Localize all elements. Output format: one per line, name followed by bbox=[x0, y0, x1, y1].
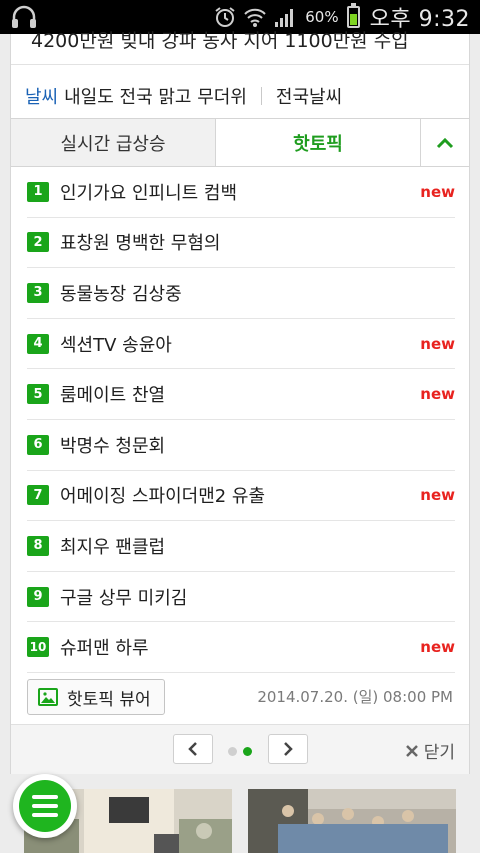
rank-badge: 8 bbox=[27, 535, 49, 556]
tab-realtime[interactable]: 실시간 급상승 bbox=[11, 119, 216, 166]
news-headline[interactable]: 4200만원 빚내 강파 농사 지어 1100만원 수입 bbox=[31, 26, 461, 56]
new-badge: new bbox=[420, 486, 455, 505]
topic-keyword[interactable]: 섹션TV 송윤아 bbox=[60, 331, 172, 357]
chevron-up-icon bbox=[436, 137, 454, 148]
list-item[interactable]: 7 어메이징 스파이더맨2 유출 new bbox=[27, 471, 455, 522]
pager-bar: 닫기 bbox=[11, 724, 469, 774]
list-item[interactable]: 10 슈퍼맨 하루 new bbox=[27, 622, 455, 673]
page-dot[interactable] bbox=[228, 747, 237, 756]
list-item[interactable]: 3 동물농장 김상중 bbox=[27, 268, 455, 319]
collapse-button[interactable] bbox=[420, 119, 469, 166]
new-badge: new bbox=[420, 182, 455, 201]
topic-keyword[interactable]: 표창원 명백한 무혐의 bbox=[60, 229, 220, 255]
close-button[interactable]: 닫기 bbox=[405, 738, 455, 763]
news-thumbnail[interactable] bbox=[248, 789, 456, 853]
rank-badge: 9 bbox=[27, 586, 49, 607]
topic-keyword[interactable]: 박명수 청문회 bbox=[60, 432, 165, 458]
weather-link[interactable]: 전국날씨 bbox=[276, 83, 342, 109]
page-dot-active[interactable] bbox=[243, 747, 252, 756]
new-badge: new bbox=[420, 638, 455, 657]
list-item[interactable]: 8 최지우 팬클럽 bbox=[27, 521, 455, 572]
rank-badge: 6 bbox=[27, 434, 49, 455]
list-item[interactable]: 2 표창원 명백한 무혐의 bbox=[27, 218, 455, 269]
rank-badge: 2 bbox=[27, 232, 49, 253]
viewer-button-label: 핫토픽 뷰어 bbox=[67, 689, 151, 710]
topic-keyword[interactable]: 룸메이트 찬열 bbox=[60, 381, 165, 407]
list-item[interactable]: 5 룸메이트 찬열 new bbox=[27, 369, 455, 420]
hottopic-panel: 4200만원 빚내 강파 농사 지어 1100만원 수입 날씨 내일도 전국 맑… bbox=[10, 30, 470, 774]
rank-badge: 3 bbox=[27, 282, 49, 303]
topic-list: 1 인기가요 인피니트 컴백 new 2 표창원 명백한 무혐의 3 동물농장 … bbox=[27, 167, 455, 673]
divider bbox=[260, 87, 262, 105]
battery-icon bbox=[346, 3, 360, 28]
list-item[interactable]: 1 인기가요 인피니트 컴백 new bbox=[27, 167, 455, 218]
rank-badge: 7 bbox=[27, 485, 49, 506]
weather-text[interactable]: 내일도 전국 맑고 무더위 bbox=[64, 83, 247, 109]
topic-keyword[interactable]: 인기가요 인피니트 컴백 bbox=[60, 179, 237, 205]
weather-row: 날씨 내일도 전국 맑고 무더위 전국날씨 bbox=[11, 72, 469, 120]
menu-fab[interactable] bbox=[13, 774, 77, 838]
next-button[interactable] bbox=[268, 734, 308, 764]
rank-badge: 10 bbox=[27, 637, 49, 658]
topic-keyword[interactable]: 동물농장 김상중 bbox=[60, 280, 182, 306]
rank-badge: 1 bbox=[27, 181, 49, 202]
rank-badge: 4 bbox=[27, 333, 49, 354]
hottopic-viewer-button[interactable]: 핫토픽 뷰어 bbox=[27, 679, 165, 715]
topic-tabs: 실시간 급상승 핫토픽 bbox=[11, 118, 469, 167]
topic-keyword[interactable]: 어메이징 스파이더맨2 유출 bbox=[60, 482, 265, 508]
new-badge: new bbox=[420, 334, 455, 353]
battery-percent: 60% bbox=[305, 8, 339, 26]
update-timestamp: 2014.07.20. (일) 08:00 PM bbox=[257, 688, 453, 706]
weather-tag[interactable]: 날씨 bbox=[25, 83, 58, 109]
chevron-right-icon bbox=[284, 742, 293, 756]
list-item[interactable]: 4 섹션TV 송윤아 new bbox=[27, 319, 455, 370]
chevron-left-icon bbox=[188, 742, 197, 756]
divider bbox=[11, 64, 469, 65]
tab-hottopic[interactable]: 핫토픽 bbox=[216, 119, 420, 166]
menu-icon bbox=[19, 780, 71, 832]
prev-button[interactable] bbox=[173, 734, 213, 764]
image-icon bbox=[38, 688, 58, 706]
list-item[interactable]: 9 구글 상무 미키김 bbox=[27, 572, 455, 623]
close-icon bbox=[405, 744, 418, 757]
close-label: 닫기 bbox=[423, 743, 455, 763]
topic-keyword[interactable]: 슈퍼맨 하루 bbox=[60, 634, 149, 660]
rank-badge: 5 bbox=[27, 384, 49, 405]
list-item[interactable]: 6 박명수 청문회 bbox=[27, 420, 455, 471]
topic-keyword[interactable]: 구글 상무 미키김 bbox=[60, 584, 187, 610]
new-badge: new bbox=[420, 385, 455, 404]
topic-keyword[interactable]: 최지우 팬클럽 bbox=[60, 533, 165, 559]
